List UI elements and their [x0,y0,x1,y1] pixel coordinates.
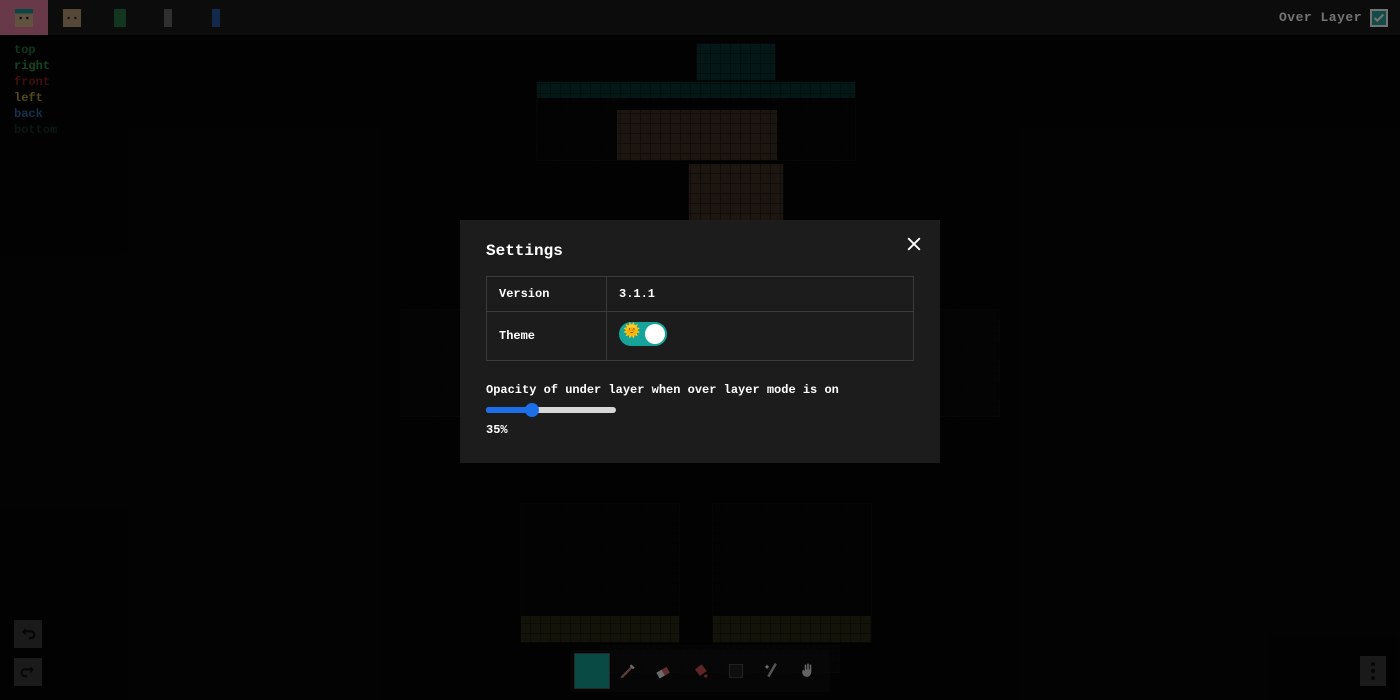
version-value: 3.1.1 [607,277,914,312]
close-icon [904,234,924,254]
modal-title: Settings [486,242,914,260]
opacity-label: Opacity of under layer when over layer m… [486,383,914,397]
version-label: Version [487,277,607,312]
row-version: Version 3.1.1 [487,277,914,312]
theme-label: Theme [487,312,607,361]
toggle-knob [645,324,665,344]
theme-toggle[interactable]: 🌞 [619,322,667,346]
row-theme: Theme 🌞 [487,312,914,361]
close-button[interactable] [902,232,926,256]
opacity-slider[interactable] [486,407,914,413]
settings-modal: Settings Version 3.1.1 Theme 🌞 Opacity o… [460,220,940,463]
opacity-value: 35% [486,423,914,437]
settings-table: Version 3.1.1 Theme 🌞 [486,276,914,361]
sun-icon: 🌞 [623,325,640,339]
